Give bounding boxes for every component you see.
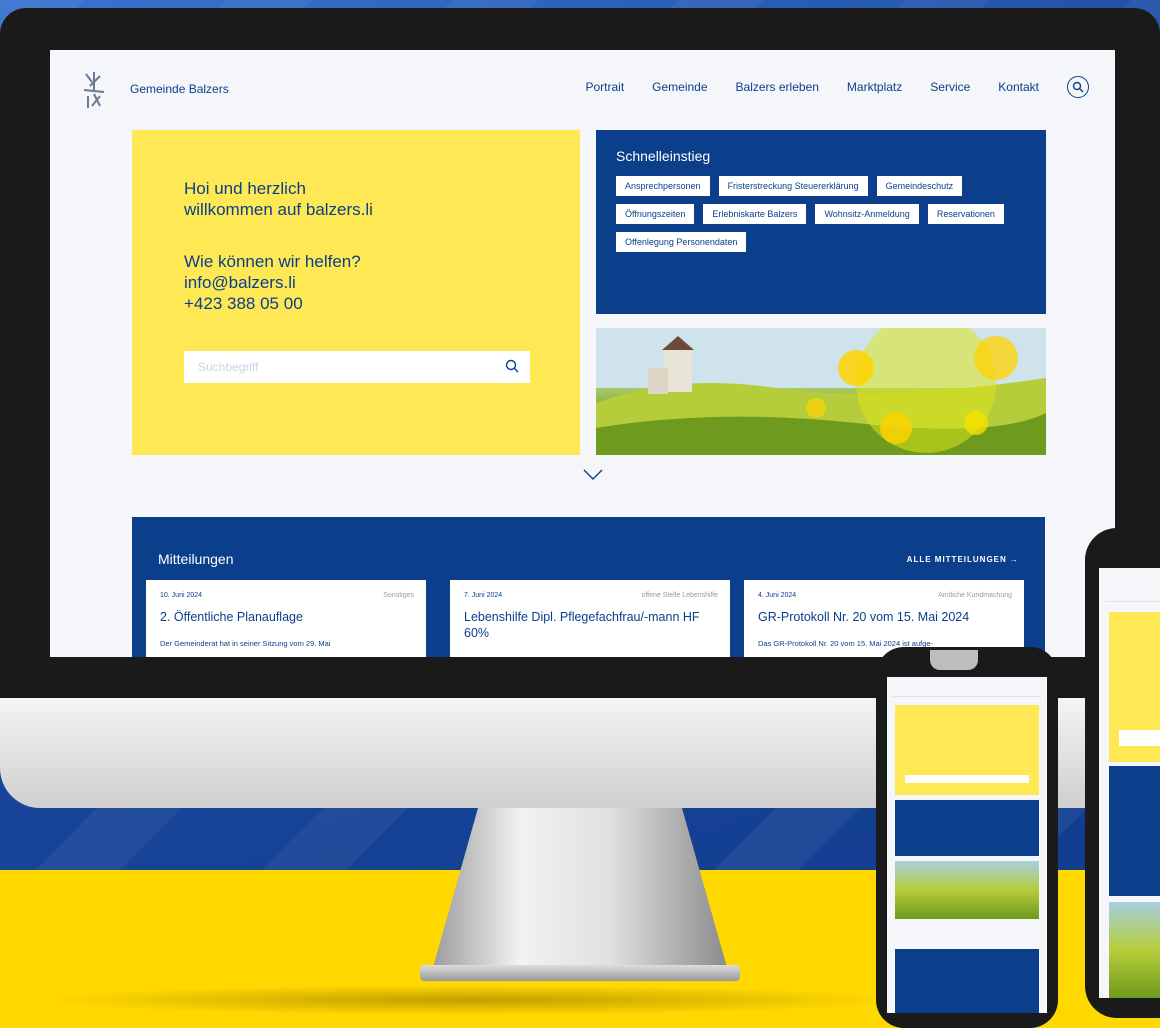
news-headline: 2. Öffentliche Planauflage [160, 610, 303, 624]
floor-shadow [40, 985, 900, 1015]
chip-wohnsitz-anmeldung[interactable]: Wohnsitz-Anmeldung [815, 204, 919, 224]
news-card[interactable]: 7. Juni 2024 offene Stelle Lebenshilfe L… [450, 580, 730, 657]
nav-item-marktplatz[interactable]: Marktplatz [847, 80, 902, 94]
chip-reservationen[interactable]: Reservationen [927, 204, 1004, 224]
phone-large [1085, 528, 1160, 1018]
castle-landscape-image [596, 328, 1046, 455]
phone-small-welcome [895, 705, 1039, 795]
main-nav: Portrait Gemeinde Balzers erleben Marktp… [585, 76, 1089, 98]
news-headline: Lebenshilfe Dipl. Pflegefachfrau/-mann H… [464, 610, 700, 640]
castle-photo [596, 328, 1046, 455]
phone-small-photo [895, 861, 1039, 919]
news-snippet: Der Gemeinderat hat in seiner Sitzung vo… [160, 639, 331, 648]
help-question: Wie können wir helfen? [184, 252, 361, 271]
phone-large-photo [1109, 902, 1160, 998]
all-news-link[interactable]: ALLE MITTEILUNGEN → [907, 555, 1019, 564]
search-icon [1072, 81, 1084, 93]
chip-fristerstreckung[interactable]: Fristerstreckung Steuererklärung [718, 176, 868, 196]
balzers-logo-icon [83, 72, 105, 108]
phone-small-header [893, 683, 1041, 697]
quick-access-chips: Ansprechpersonen Fristerstreckung Steuer… [616, 176, 1036, 252]
nav-item-balzers-erleben[interactable]: Balzers erleben [736, 80, 819, 94]
news-category: Sonstiges [383, 592, 414, 599]
chip-ansprechpersonen[interactable]: Ansprechpersonen [616, 176, 710, 196]
monitor-stand [430, 808, 730, 978]
welcome-line-2: willkommen auf balzers.li [184, 200, 373, 219]
quick-access-title: Schnelleinstieg [616, 148, 711, 164]
chip-erlebniskarte[interactable]: Erlebniskarte Balzers [703, 204, 807, 224]
site-header: Gemeinde Balzers Portrait Gemeinde Balze… [50, 50, 1115, 130]
nav-item-kontakt[interactable]: Kontakt [998, 80, 1039, 94]
chevron-down-icon[interactable] [582, 468, 604, 482]
news-title: Mitteilungen [158, 551, 234, 567]
news-date: 4. Juni 2024 [758, 592, 797, 599]
phone-small [876, 647, 1058, 1028]
search-icon[interactable] [504, 358, 520, 374]
welcome-panel: Hoi und herzlich willkommen auf balzers.… [132, 130, 580, 455]
chip-oeffnungszeiten[interactable]: Öffnungszeiten [616, 204, 695, 224]
desktop-screen: Gemeinde Balzers Portrait Gemeinde Balze… [50, 50, 1115, 657]
news-card[interactable]: 10. Juni 2024 Sonstiges 2. Öffentliche P… [146, 580, 426, 657]
news-section: Mitteilungen ALLE MITTEILUNGEN → 10. Jun… [132, 517, 1045, 657]
phone-large-screen [1099, 568, 1160, 998]
phone-small-screen [887, 677, 1047, 1013]
phone-large-welcome [1109, 612, 1160, 762]
news-category: Amtliche Kundmachung [938, 592, 1012, 599]
nav-item-gemeinde[interactable]: Gemeinde [652, 80, 707, 94]
news-date: 10. Juni 2024 [160, 592, 203, 599]
search-input[interactable] [184, 351, 530, 383]
search-button[interactable] [1067, 76, 1089, 98]
news-headline: GR-Protokoll Nr. 20 vom 15. Mai 2024 [758, 610, 970, 624]
news-date: 7. Juni 2024 [464, 592, 503, 599]
chip-offenlegung[interactable]: Offenlegung Personendaten [616, 232, 747, 252]
welcome-line-1: Hoi und herzlich [184, 179, 306, 198]
phone-small-quick [895, 800, 1039, 856]
chip-gemeindeschutz[interactable]: Gemeindeschutz [876, 176, 963, 196]
phone-small-news [895, 949, 1039, 1013]
phone-large-header [1105, 576, 1160, 602]
contact-email[interactable]: info@balzers.li [184, 272, 296, 293]
nav-item-service[interactable]: Service [930, 80, 970, 94]
monitor-stand-base [420, 965, 740, 981]
phone-large-quick [1109, 766, 1160, 896]
news-card[interactable]: 4. Juni 2024 Amtliche Kundmachung GR-Pro… [744, 580, 1024, 657]
news-category: offene Stelle Lebenshilfe [641, 592, 718, 599]
phone-small-notch [930, 650, 978, 670]
contact-phone[interactable]: +423 388 05 00 [184, 293, 303, 314]
nav-item-portrait[interactable]: Portrait [585, 80, 624, 94]
quick-access-panel: Schnelleinstieg Ansprechpersonen Frister… [596, 130, 1046, 314]
site-brand[interactable]: Gemeinde Balzers [130, 82, 229, 96]
